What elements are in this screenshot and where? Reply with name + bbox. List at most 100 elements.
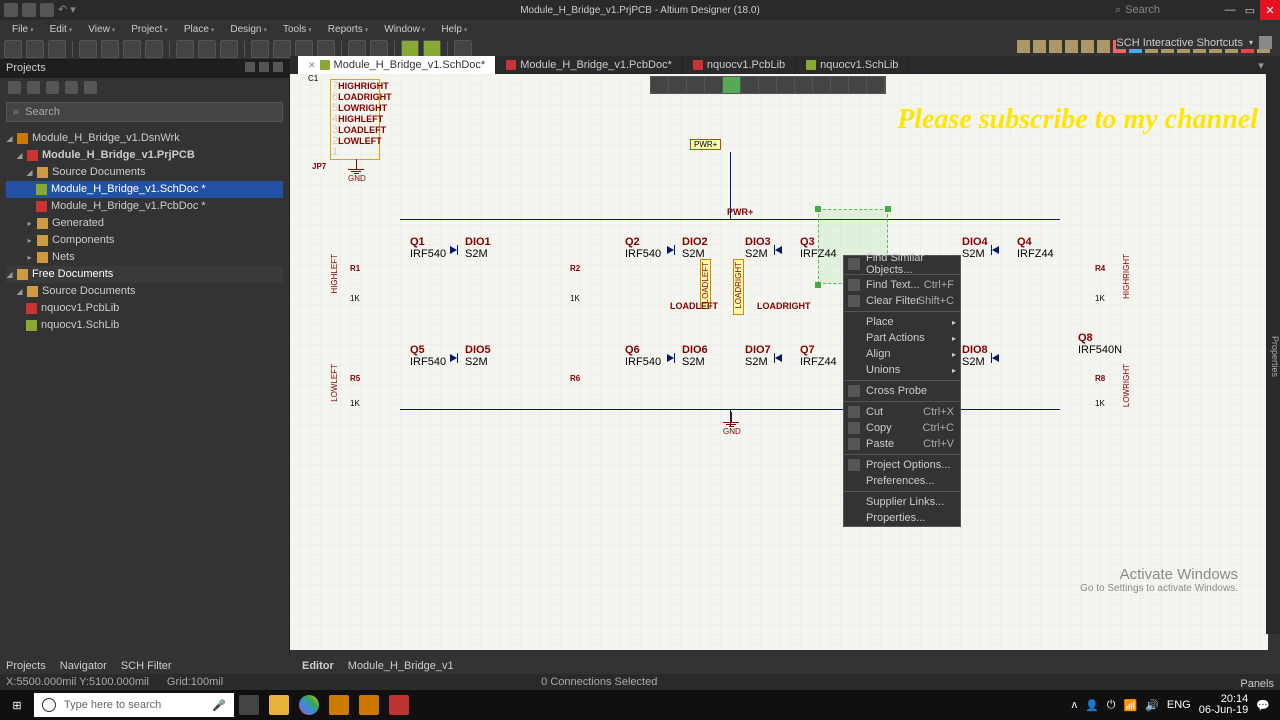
ctx-project-options[interactable]: Project Options... <box>844 457 960 473</box>
q1[interactable]: Q1IRF540 <box>410 236 446 260</box>
ctx-preferences[interactable]: Preferences... <box>844 473 960 489</box>
panel-tb-4[interactable] <box>65 81 78 94</box>
abar-10[interactable] <box>813 77 831 93</box>
tree-source-docs[interactable]: ◢Source Documents <box>6 164 283 181</box>
task-explorer[interactable] <box>264 690 294 720</box>
minimize-button[interactable]: — <box>1220 0 1240 20</box>
tab-pcbdoc[interactable]: Module_H_Bridge_v1.PcbDoc* <box>496 56 683 74</box>
rtool-6[interactable] <box>1097 40 1110 53</box>
close-button[interactable]: ✕ <box>1260 0 1280 20</box>
tree-nets[interactable]: ▸Nets <box>6 249 283 266</box>
tb-more[interactable] <box>454 40 472 58</box>
tb-save[interactable] <box>48 40 66 58</box>
tb-run2[interactable] <box>423 40 441 58</box>
tb-snap2[interactable] <box>295 40 313 58</box>
btab-projects[interactable]: Projects <box>6 660 46 672</box>
q5[interactable]: Q5IRF540 <box>410 344 446 368</box>
tree-schdoc[interactable]: Module_H_Bridge_v1.SchDoc * <box>6 181 283 198</box>
tray-clock[interactable]: 20:1406-Jun-19 <box>1199 694 1249 716</box>
dio5[interactable] <box>450 354 457 362</box>
menu-view[interactable]: View <box>80 22 123 37</box>
tree-schlib[interactable]: nquocv1.SchLib <box>6 317 283 334</box>
q6[interactable]: Q6IRF540 <box>625 344 661 368</box>
schematic-canvas[interactable]: Please subscribe to my channel 7HIGHRIGH… <box>290 74 1268 650</box>
abar-1[interactable] <box>651 77 669 93</box>
dio7[interactable] <box>775 354 782 362</box>
tb-cut[interactable] <box>176 40 194 58</box>
panels-button[interactable]: Panels <box>1240 678 1274 690</box>
panel-pin-icon[interactable] <box>259 62 269 72</box>
ctx-cut[interactable]: CutCtrl+X <box>844 404 960 420</box>
tray-lang[interactable]: ENG <box>1167 699 1191 711</box>
tb-print[interactable] <box>79 40 97 58</box>
title-search[interactable]: Search <box>1125 4 1160 16</box>
dio6[interactable] <box>667 354 674 362</box>
tb-copy[interactable] <box>198 40 216 58</box>
tab-schlib[interactable]: nquocv1.SchLib <box>796 56 909 74</box>
load-right-port[interactable]: LOADRIGHT <box>733 259 744 315</box>
task-chrome[interactable] <box>294 690 324 720</box>
ctx-find-similar[interactable]: Find Similar Objects... <box>844 256 960 272</box>
save-icon[interactable] <box>40 3 54 17</box>
ctx-paste[interactable]: PasteCtrl+V <box>844 436 960 452</box>
tree-workspace[interactable]: ◢Module_H_Bridge_v1.DsnWrk <box>6 130 283 147</box>
menu-project[interactable]: Project <box>123 22 176 37</box>
tabs-overflow[interactable]: ▾ <box>1254 56 1268 74</box>
abar-8[interactable] <box>777 77 795 93</box>
panel-close-icon[interactable] <box>273 62 283 72</box>
panel-tb-1[interactable] <box>8 81 21 94</box>
abar-5[interactable] <box>723 77 741 93</box>
panel-drop-icon[interactable] <box>245 62 255 72</box>
tray-wifi-icon[interactable]: 📶 <box>1124 699 1138 712</box>
maximize-button[interactable]: ▭ <box>1240 0 1260 20</box>
abar-2[interactable] <box>669 77 687 93</box>
abar-3[interactable] <box>687 77 705 93</box>
tb-preview[interactable] <box>101 40 119 58</box>
task-rec[interactable] <box>384 690 414 720</box>
abar-4[interactable] <box>705 77 723 93</box>
tb-run[interactable] <box>401 40 419 58</box>
q8[interactable]: Q8IRF540N <box>1078 332 1122 356</box>
open-icon[interactable] <box>22 3 36 17</box>
tb-undo[interactable] <box>348 40 366 58</box>
ctx-unions[interactable]: Unions▸ <box>844 362 960 378</box>
ctx-properties[interactable]: Properties... <box>844 510 960 526</box>
rtool-5[interactable] <box>1081 40 1094 53</box>
notify-icon[interactable] <box>1259 36 1272 49</box>
menu-place[interactable]: Place <box>176 22 222 37</box>
q4[interactable]: Q4IRFZ44 <box>1017 236 1054 260</box>
tb-grid[interactable] <box>251 40 269 58</box>
power-port[interactable]: PWR+ <box>690 139 721 150</box>
menu-design[interactable]: Design <box>222 22 275 37</box>
dio8[interactable] <box>992 354 999 362</box>
dio3-label[interactable]: DIO3S2M <box>745 236 771 260</box>
task-view[interactable] <box>234 690 264 720</box>
menu-window[interactable]: Window <box>376 22 433 37</box>
rtool-4[interactable] <box>1065 40 1078 53</box>
ctx-align[interactable]: Align▸ <box>844 346 960 362</box>
dio2[interactable] <box>667 246 674 254</box>
tray-notif-icon[interactable]: 💬 <box>1256 699 1270 712</box>
rtool-2[interactable] <box>1033 40 1046 53</box>
q7[interactable]: Q7IRFZ44 <box>800 344 837 368</box>
tree-free-docs[interactable]: ◢Free Documents <box>6 266 283 283</box>
mic-icon[interactable]: 🎤 <box>212 699 226 712</box>
ctx-part-actions[interactable]: Part Actions▸ <box>844 330 960 346</box>
abar-11[interactable] <box>831 77 849 93</box>
tree-pcblib[interactable]: nquocv1.PcbLib <box>6 300 283 317</box>
os-search[interactable]: Type here to search 🎤 <box>34 693 234 717</box>
panel-tb-5[interactable] <box>84 81 97 94</box>
abar-6[interactable] <box>741 77 759 93</box>
menu-file[interactable]: File <box>4 22 42 37</box>
abar-9[interactable] <box>795 77 813 93</box>
btab-filter[interactable]: SCH Filter <box>121 660 172 672</box>
panel-tb-3[interactable] <box>46 81 59 94</box>
ctx-cross-probe[interactable]: Cross Probe <box>844 383 960 399</box>
dio1[interactable] <box>450 246 457 254</box>
connector-JP7[interactable]: 7HIGHRIGHT 6LOADRIGHT 5LOWRIGHT 4HIGHLEF… <box>330 79 380 160</box>
ctx-find-text[interactable]: Find Text...Ctrl+F <box>844 277 960 293</box>
shortcut-dropdown[interactable]: SCH Interactive Shortcuts <box>1116 37 1243 49</box>
dio3[interactable] <box>775 246 782 254</box>
history-dropdown[interactable]: ↶ ▾ <box>58 3 76 17</box>
start-button[interactable]: ⊞ <box>0 690 34 720</box>
